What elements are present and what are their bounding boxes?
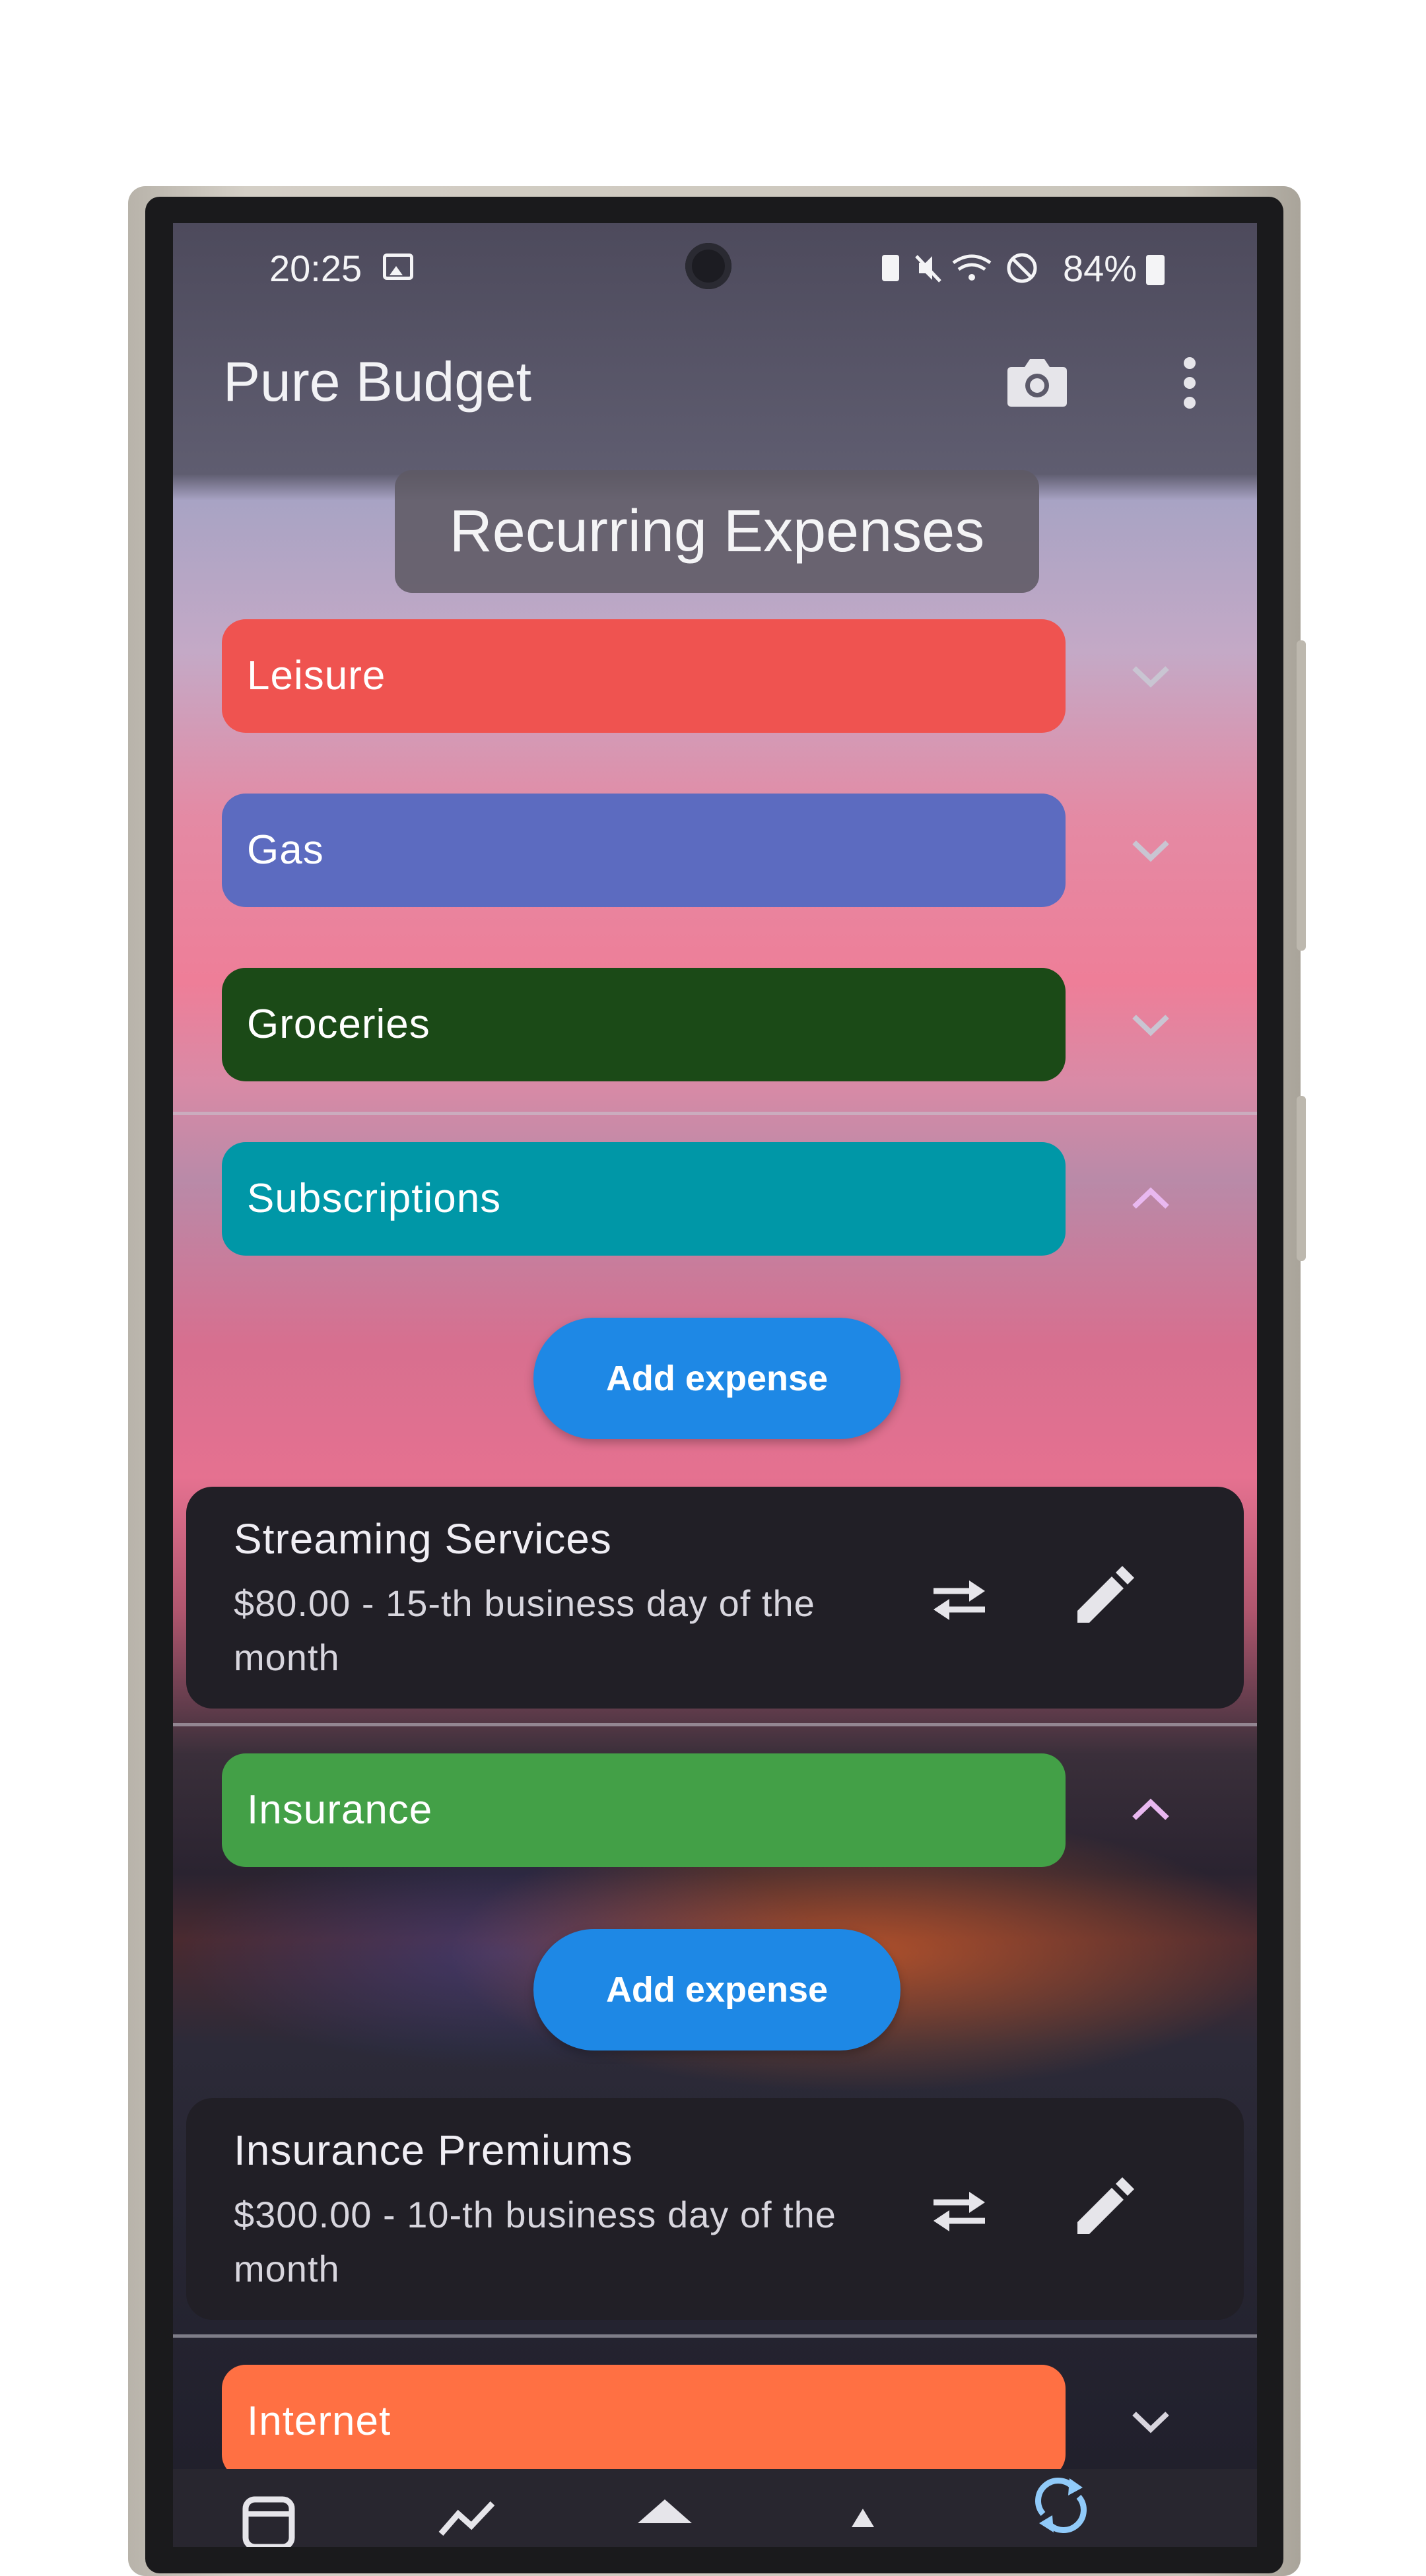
status-icons <box>879 248 1051 295</box>
edit-icon[interactable] <box>1071 1565 1134 1628</box>
expense-name: Insurance Premiums <box>234 2126 633 2174</box>
receipt-icon[interactable] <box>239 2494 298 2547</box>
chevron-up-icon[interactable] <box>1128 1786 1174 1833</box>
add-expense-button[interactable]: Add expense <box>533 1318 900 1439</box>
chevron-down-icon[interactable] <box>1128 827 1174 873</box>
add-expense-button[interactable]: Add expense <box>533 1929 900 2051</box>
category-insurance[interactable]: Insurance <box>222 1753 1066 1867</box>
volume-button <box>1297 640 1306 951</box>
chevron-down-icon[interactable] <box>1128 652 1174 698</box>
expense-detail: $80.00 - 15-th business day of the month <box>234 1582 815 1678</box>
screen: 20:25 84% Pure Budget Recurring Expenses… <box>173 223 1257 2547</box>
status-time: 20:25 <box>269 248 362 289</box>
expense-detail: $300.00 - 10-th business day of the mont… <box>234 2194 836 2289</box>
up-icon[interactable] <box>833 2494 893 2547</box>
chevron-up-icon[interactable] <box>1128 1175 1174 1221</box>
category-internet[interactable]: Internet <box>222 2365 1066 2478</box>
section-title: Recurring Expenses <box>395 470 1039 593</box>
expense-name: Streaming Services <box>234 1515 612 1563</box>
expense-card[interactable]: Streaming Services $80.00 - 15-th busine… <box>186 1487 1244 1709</box>
category-subscriptions[interactable]: Subscriptions <box>222 1142 1066 1256</box>
bottom-navigation <box>173 2469 1257 2547</box>
chevron-down-icon[interactable] <box>1128 2398 1174 2444</box>
divider <box>173 2334 1257 2338</box>
gallery-icon <box>383 254 413 280</box>
battery-icon <box>1146 255 1165 285</box>
divider <box>173 1112 1257 1115</box>
swap-icon[interactable] <box>930 2184 989 2237</box>
power-button <box>1297 1096 1306 1261</box>
sync-icon[interactable] <box>1031 2476 1091 2533</box>
edit-icon[interactable] <box>1071 2176 1134 2239</box>
status-glyphs <box>882 253 1037 283</box>
chevron-down-icon[interactable] <box>1128 1001 1174 1047</box>
app-title: Pure Budget <box>223 351 532 413</box>
category-groceries[interactable]: Groceries <box>222 968 1066 1081</box>
home-icon[interactable] <box>635 2494 695 2547</box>
more-vert-icon[interactable] <box>1176 355 1203 411</box>
swap-icon[interactable] <box>930 1573 989 1625</box>
camera-icon[interactable] <box>1006 355 1068 408</box>
trend-icon[interactable] <box>437 2494 496 2547</box>
category-leisure[interactable]: Leisure <box>222 619 1066 733</box>
category-gas[interactable]: Gas <box>222 794 1066 907</box>
front-camera <box>685 243 731 289</box>
battery-percent: 84% <box>1063 248 1137 289</box>
divider <box>173 1723 1257 1726</box>
expense-card[interactable]: Insurance Premiums $300.00 - 10-th busin… <box>186 2098 1244 2320</box>
